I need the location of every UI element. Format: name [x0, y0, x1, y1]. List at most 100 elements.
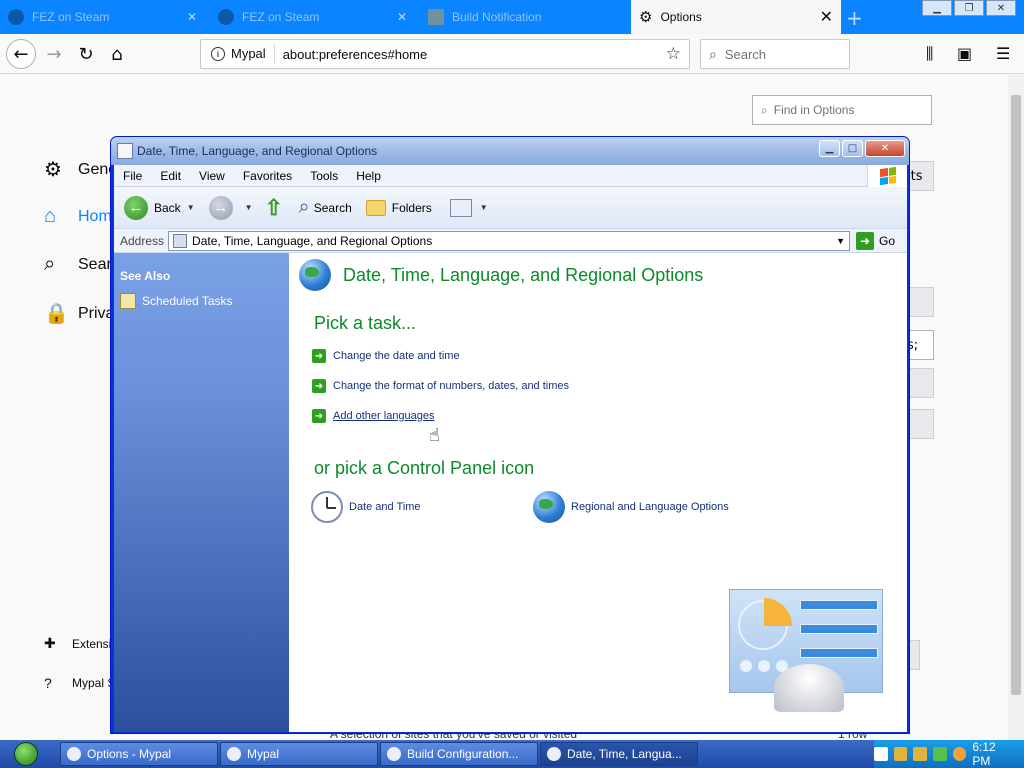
menu-view[interactable]: View: [190, 169, 234, 183]
back-button[interactable]: ←: [6, 39, 36, 69]
forward-button[interactable]: →: [40, 40, 68, 68]
control-panel-window: Date, Time, Language, and Regional Optio…: [110, 136, 910, 734]
tab-fez-steam-1[interactable]: FEZ on Steam ✕: [0, 0, 205, 34]
maximize-icon[interactable]: □: [842, 140, 863, 157]
task-pane: See Also Scheduled Tasks: [114, 253, 289, 732]
minimize-icon[interactable]: ▁: [922, 0, 952, 16]
task-change-date-time[interactable]: ➜ Change the date and time: [312, 349, 460, 363]
window-controls: ▁ ❐ ✕: [922, 0, 1016, 16]
library-icon[interactable]: ⫼: [926, 44, 933, 64]
search-icon[interactable]: [952, 747, 967, 761]
window-titlebar[interactable]: Date, Time, Language, and Regional Optio…: [111, 137, 909, 165]
page-scrollbar[interactable]: [1008, 75, 1024, 740]
menu-icon[interactable]: ☰: [996, 44, 1010, 63]
folders-button[interactable]: Folders: [365, 199, 432, 216]
date-and-time-icon-link[interactable]: Date and Time: [311, 491, 421, 523]
scheduled-tasks-link[interactable]: Scheduled Tasks: [120, 293, 233, 309]
taskbar-options-mypal[interactable]: Options - Mypal: [60, 742, 218, 766]
up-folder-icon: ⇧: [264, 194, 283, 220]
task-label: Add other languages: [333, 410, 435, 422]
toolbar: ← Back ▼ → ▼ ⇧ ⌕ Search Folders ▼: [114, 187, 907, 229]
back-button[interactable]: ← Back ▼: [124, 195, 195, 220]
views-button[interactable]: ▼: [449, 198, 488, 217]
find-in-options-input[interactable]: ⌕ Find in Options: [752, 95, 932, 125]
scheduled-tasks-label: Scheduled Tasks: [142, 294, 233, 308]
clock-icon: [311, 491, 343, 523]
search-label: Search: [313, 200, 352, 215]
tab-build-notification[interactable]: Build Notification: [420, 0, 625, 34]
tab-fez-steam-2[interactable]: FEZ on Steam ✕: [210, 0, 415, 34]
search-icon: ⌕: [298, 196, 310, 218]
close-tab-icon[interactable]: ✕: [820, 7, 833, 27]
search-button[interactable]: ⌕ Search: [299, 196, 352, 219]
info-icon[interactable]: i: [211, 47, 225, 61]
minimize-icon[interactable]: ▁: [819, 140, 840, 157]
forward-button[interactable]: → ▼: [208, 195, 253, 220]
restore-icon[interactable]: ❐: [954, 0, 984, 16]
menu-file[interactable]: File: [114, 169, 151, 183]
control-panel-icon: [173, 233, 188, 248]
task-arrow-icon: ➜: [312, 379, 326, 393]
search-input[interactable]: ⌕ Search: [700, 39, 850, 69]
menu-favorites[interactable]: Favorites: [234, 169, 301, 183]
hand-cursor-icon: ☝: [429, 425, 440, 446]
address-input[interactable]: Date, Time, Language, and Regional Optio…: [168, 230, 851, 251]
taskbar-mypal[interactable]: Mypal: [220, 742, 378, 766]
steam-icon: [218, 9, 234, 25]
bookmark-star-icon[interactable]: ☆: [666, 44, 681, 64]
category-title: Date, Time, Language, and Regional Optio…: [343, 264, 704, 285]
task-arrow-icon: ➜: [312, 349, 326, 363]
address-label: Address: [120, 233, 165, 248]
close-tab-icon[interactable]: ✕: [187, 10, 197, 24]
category-content: Date, Time, Language, and Regional Optio…: [289, 253, 907, 732]
close-icon[interactable]: ✕: [986, 0, 1016, 16]
lock-icon: 🔒: [44, 303, 69, 325]
clock-time[interactable]: 6:12 PM: [972, 740, 1016, 768]
new-tab-button[interactable]: +: [846, 6, 863, 30]
taskbar-date-time-language[interactable]: Date, Time, Langua...: [540, 742, 698, 766]
icon-label: Date and Time: [349, 501, 421, 513]
menu-tools[interactable]: Tools: [301, 169, 347, 183]
url-bar[interactable]: i Mypal about:preferences#home ☆: [200, 39, 690, 69]
chevron-down-icon[interactable]: ▼: [187, 203, 195, 212]
close-tab-icon[interactable]: ✕: [397, 10, 407, 24]
shield-icon[interactable]: [913, 747, 927, 761]
keyboard-icon[interactable]: [873, 747, 888, 761]
task-arrow-icon: ➜: [312, 409, 326, 423]
regional-language-icon-link[interactable]: Regional and Language Options: [533, 491, 729, 523]
scrollbar-thumb[interactable]: [1011, 95, 1021, 695]
start-button[interactable]: [0, 740, 52, 768]
help-icon: ?: [44, 675, 52, 691]
steam-icon: [8, 9, 24, 25]
task-change-format[interactable]: ➜ Change the format of numbers, dates, a…: [312, 379, 569, 393]
search-placeholder: Search: [724, 46, 767, 62]
chevron-down-icon[interactable]: ▼: [245, 203, 253, 212]
task-label: Change the format of numbers, dates, and…: [333, 380, 570, 392]
task-add-languages[interactable]: ➜ Add other languages: [312, 409, 435, 423]
search-icon: ⌕: [761, 102, 768, 117]
system-tray: 6:12 PM: [873, 740, 1024, 768]
reload-button[interactable]: ↻: [72, 40, 100, 68]
tab-title: FEZ on Steam: [242, 10, 320, 24]
url-text[interactable]: about:preferences#home: [275, 47, 428, 62]
menu-help[interactable]: Help: [347, 169, 390, 183]
taskbar-build-configuration[interactable]: Build Configuration...: [380, 742, 538, 766]
chevron-down-icon[interactable]: ▼: [836, 236, 845, 246]
gear-icon: [67, 747, 81, 761]
gear-icon: ⚙: [639, 9, 653, 26]
or-pick-heading: or pick a Control Panel icon: [314, 458, 535, 478]
up-button[interactable]: ⇧: [264, 194, 287, 220]
forward-arrow-icon: →: [208, 195, 233, 220]
tab-options[interactable]: ⚙ Options ✕: [631, 0, 841, 34]
menu-edit[interactable]: Edit: [151, 169, 190, 183]
tab-title: Options: [660, 10, 702, 24]
home-button[interactable]: ⌂: [103, 40, 131, 68]
go-label: Go: [879, 233, 896, 248]
close-icon[interactable]: ✕: [865, 140, 905, 157]
go-button[interactable]: ➜ Go: [856, 231, 896, 250]
sound-icon[interactable]: [933, 747, 947, 761]
network-icon[interactable]: [893, 747, 908, 761]
folder-icon: [365, 199, 386, 216]
sidebar-icon[interactable]: ▣: [957, 44, 972, 63]
menu-bar: File Edit View Favorites Tools Help: [114, 165, 907, 187]
